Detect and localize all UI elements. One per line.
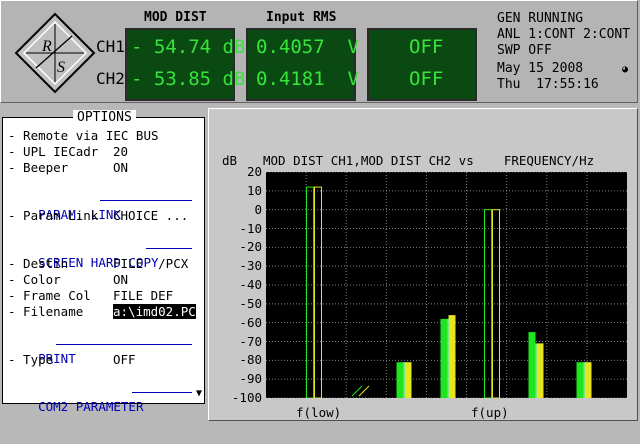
option-label: - Color bbox=[8, 272, 61, 287]
option-label: - Beeper bbox=[8, 160, 69, 175]
ch1-third-value: OFF bbox=[409, 36, 444, 58]
option-frame-col[interactable]: - Frame Col FILE DEF bbox=[8, 288, 173, 303]
third-display: OFF OFF bbox=[367, 28, 477, 101]
svg-text:S: S bbox=[57, 59, 65, 76]
option-value: 20 bbox=[113, 144, 129, 159]
ch1-label: CH1 bbox=[96, 37, 125, 56]
option-value: OFF bbox=[113, 352, 136, 367]
y-tick-label: -50 bbox=[239, 295, 262, 311]
option-param-link[interactable]: - Param Link CHOICE ... bbox=[8, 208, 188, 223]
ch2-third-value: OFF bbox=[409, 68, 444, 90]
x-tick-f-up: f(up) bbox=[471, 405, 509, 420]
y-tick-label: -40 bbox=[239, 277, 262, 292]
y-tick-label: 10 bbox=[246, 182, 262, 198]
ch1-mod-dist-value: - 54.74 dB bbox=[131, 36, 246, 58]
filename-input[interactable]: a:\imd02.PC bbox=[113, 304, 196, 319]
generator-status: GEN RUNNING ANL 1:CONT 2:CONT SWP OFF Ma… bbox=[497, 11, 630, 93]
y-tick-label: -10 bbox=[239, 220, 262, 236]
ch2-mod-dist-value: - 53.85 dB bbox=[131, 68, 246, 90]
option-label: - Destin bbox=[8, 256, 69, 271]
options-title: OPTIONS bbox=[73, 110, 136, 125]
bar-ch1 bbox=[576, 362, 584, 398]
section-com2-parameter: COM2 PARAMETER bbox=[8, 384, 198, 444]
bar-ch1 bbox=[528, 332, 536, 398]
option-value: ON bbox=[113, 160, 129, 175]
date: May 15 2008 bbox=[497, 61, 584, 76]
option-value: FILE DEF bbox=[113, 288, 174, 303]
option-value: ON bbox=[113, 272, 129, 287]
option-iec-address[interactable]: - UPL IECadr 20 bbox=[8, 144, 128, 159]
y-tick-label: 20 bbox=[246, 164, 262, 179]
option-label: - Remote via IEC BUS bbox=[8, 128, 159, 143]
ch2-rms-value: 0.4181 V bbox=[256, 68, 359, 90]
scroll-down-icon[interactable]: ▼ bbox=[196, 388, 202, 399]
svg-text:R: R bbox=[41, 38, 52, 55]
section-title: COM2 PARAMETER bbox=[38, 399, 144, 414]
option-label: - Type bbox=[8, 352, 54, 367]
bar-ch1 bbox=[396, 362, 404, 398]
option-type[interactable]: - Type OFF bbox=[8, 352, 136, 367]
options-panel: OPTIONS - Remote via IEC BUS - UPL IECad… bbox=[2, 110, 205, 414]
bar-ch2 bbox=[314, 186, 322, 398]
y-tick-label: -80 bbox=[239, 352, 262, 368]
y-tick-label: -90 bbox=[239, 371, 262, 387]
option-label: - UPL IECadr bbox=[8, 144, 99, 159]
y-tick-label: 0 bbox=[254, 201, 262, 217]
input-rms-display: 0.4057 V 0.4181 V bbox=[246, 28, 359, 101]
bar-ch1 bbox=[440, 318, 448, 398]
bar-ch2 bbox=[492, 209, 500, 398]
mod-dist-header: MOD DIST bbox=[144, 10, 207, 25]
ch1-rms-value: 0.4057 V bbox=[256, 36, 359, 58]
option-value: CHOICE ... bbox=[113, 208, 189, 223]
option-value: FILE /PCX bbox=[113, 256, 189, 271]
swp-status: SWP OFF bbox=[497, 43, 552, 58]
option-filename[interactable]: - Filename a:\imd02.PC bbox=[8, 304, 196, 319]
bar-ch2 bbox=[584, 362, 592, 398]
bar-ch2 bbox=[536, 343, 544, 398]
option-beeper[interactable]: - Beeper ON bbox=[8, 160, 128, 175]
x-tick-f-low: f(low) bbox=[296, 405, 342, 420]
chart-title: MOD DIST CH1,MOD DIST CH2 vs FREQUENCY/H… bbox=[263, 153, 595, 168]
time: Thu 17:55:16 bbox=[497, 77, 599, 92]
bar-ch2 bbox=[448, 315, 456, 398]
y-tick-label: -60 bbox=[239, 314, 262, 330]
y-tick-label: -20 bbox=[239, 239, 262, 255]
rohde-schwarz-logo: R S bbox=[14, 12, 96, 94]
activity-icon: ◕ bbox=[622, 64, 629, 75]
y-tick-label: -30 bbox=[239, 258, 262, 274]
bar-ch2 bbox=[404, 362, 412, 398]
bar-ch1 bbox=[306, 186, 314, 398]
anl-status: ANL 1:CONT 2:CONT bbox=[497, 27, 631, 42]
distortion-plot[interactable] bbox=[266, 172, 627, 398]
option-label: - Filename bbox=[8, 304, 84, 319]
gen-status: GEN RUNNING bbox=[497, 11, 584, 26]
input-rms-header: Input RMS bbox=[266, 10, 337, 25]
option-destin[interactable]: - Destin FILE /PCX bbox=[8, 256, 188, 271]
option-remote-via[interactable]: - Remote via IEC BUS bbox=[8, 128, 159, 143]
y-tick-label: -100 bbox=[231, 390, 262, 405]
option-label: - Param Link bbox=[8, 208, 99, 223]
status-panel: R S CH1 CH2 MOD DIST Input RMS - 54.74 d… bbox=[0, 0, 638, 103]
option-label: - Frame Col bbox=[8, 288, 91, 303]
option-color[interactable]: - Color ON bbox=[8, 272, 128, 287]
mod-dist-display: - 54.74 dB - 53.85 dB bbox=[125, 28, 245, 101]
y-tick-label: -70 bbox=[239, 333, 262, 349]
ch2-label: CH2 bbox=[96, 69, 125, 88]
